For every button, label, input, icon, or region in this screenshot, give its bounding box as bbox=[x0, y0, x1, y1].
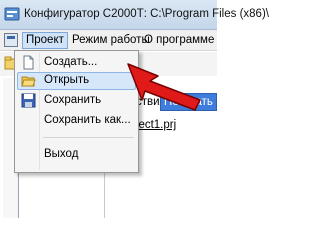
open-folder-icon bbox=[21, 76, 36, 87]
menu-item-label: Сохранить bbox=[44, 94, 102, 106]
window-title: Конфигуратор С2000Т: C:\Program Files (x… bbox=[24, 8, 269, 20]
menu-about[interactable]: О программе bbox=[141, 32, 217, 49]
menu-project[interactable]: Проект bbox=[22, 32, 68, 49]
menu-separator bbox=[43, 137, 134, 138]
menu-item-save[interactable]: Сохранить bbox=[17, 92, 136, 110]
red-pointer-arrow-icon bbox=[127, 63, 201, 111]
menu-item-exit[interactable]: Выход bbox=[17, 146, 136, 164]
menu-item-label: Выход bbox=[44, 148, 79, 160]
app-icon bbox=[4, 7, 20, 21]
new-file-icon bbox=[23, 55, 34, 70]
save-disk-icon bbox=[21, 93, 36, 108]
title-bar: Конфигуратор С2000Т: C:\Program Files (x… bbox=[0, 0, 269, 30]
menu-item-save-as[interactable]: Сохранить как... bbox=[17, 112, 136, 130]
system-menu-icon[interactable] bbox=[4, 33, 18, 47]
menu-item-label: Создать... bbox=[44, 56, 98, 68]
project-dropdown-menu: Создать... Открыть Сохранить Сохранить к… bbox=[14, 50, 139, 173]
menu-item-open[interactable]: Открыть bbox=[17, 72, 136, 90]
menu-item-label: Сохранить как... bbox=[44, 114, 131, 126]
menu-item-create[interactable]: Создать... bbox=[17, 54, 136, 72]
menu-item-label: Открыть bbox=[44, 74, 90, 86]
menu-bar: Проект Режим работы О программе bbox=[0, 30, 217, 51]
